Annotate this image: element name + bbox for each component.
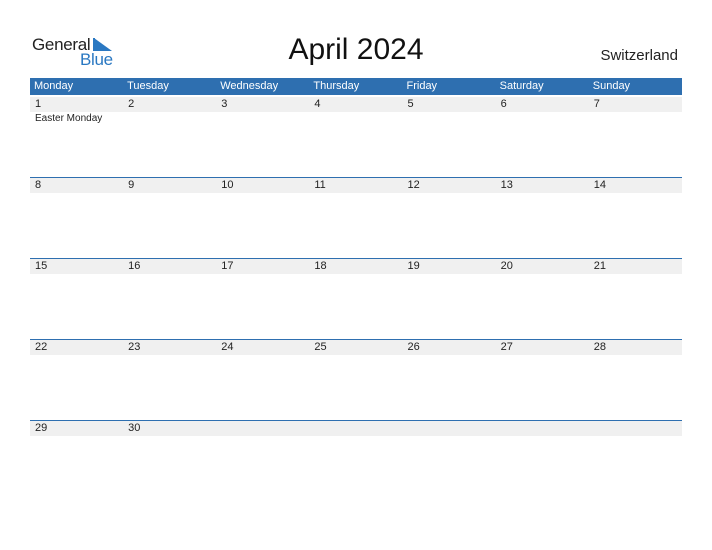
- week-row: 1 2 3 4 5 6 7 Easter Monday: [30, 97, 682, 126]
- day-number: [403, 421, 496, 436]
- day-number: 21: [593, 260, 606, 272]
- day-number: 4: [314, 98, 321, 110]
- day-number: 10: [221, 179, 234, 191]
- day-number: 17: [221, 260, 234, 272]
- day-number: 11: [314, 179, 326, 191]
- day-number: 7: [593, 98, 600, 110]
- day-number: 13: [500, 179, 513, 191]
- day-number: 6: [500, 98, 507, 110]
- day-number: 15: [35, 260, 48, 272]
- day-number: 2: [128, 98, 135, 110]
- day-number: 1: [35, 98, 42, 110]
- holiday-label: [403, 112, 496, 126]
- day-number: 19: [407, 260, 420, 272]
- week-row: 29 30: [30, 420, 682, 436]
- weekday-wednesday: Wednesday: [220, 80, 279, 92]
- day-number: 8: [35, 179, 42, 191]
- weekday-tuesday: Tuesday: [127, 80, 169, 92]
- day-number: 18: [314, 260, 327, 272]
- day-number: 20: [500, 260, 513, 272]
- day-number: 12: [407, 179, 420, 191]
- weekday-sunday: Sunday: [592, 80, 631, 92]
- weekday-header: Monday Tuesday Wednesday Thursday Friday…: [30, 78, 682, 95]
- day-number: 5: [407, 98, 414, 110]
- week-date-band: 22 23 24 25 26 27 28: [30, 339, 682, 355]
- holiday-label: [216, 112, 309, 126]
- weekday-saturday: Saturday: [499, 80, 544, 92]
- week-date-band: 8 9 10 11 12 13 14: [30, 177, 682, 193]
- day-number: 27: [500, 341, 513, 353]
- week-date-band: 15 16 17 18 19 20 21: [30, 258, 682, 274]
- day-number: [589, 421, 682, 436]
- holiday-label: [589, 112, 682, 126]
- weekday-monday: Monday: [34, 80, 74, 92]
- day-number: 23: [128, 341, 141, 353]
- day-number: 25: [314, 341, 327, 353]
- day-number: 28: [593, 341, 606, 353]
- day-number: [309, 421, 402, 436]
- day-number: [496, 421, 589, 436]
- weekday-friday: Friday: [406, 80, 438, 92]
- week-row: 15 16 17 18 19 20 21: [30, 258, 682, 274]
- day-number: [216, 421, 309, 436]
- day-number: 22: [35, 341, 48, 353]
- week-holiday-row: Easter Monday: [30, 112, 682, 126]
- day-number: 29: [35, 422, 48, 434]
- weekday-thursday: Thursday: [313, 80, 360, 92]
- day-number: 14: [593, 179, 606, 191]
- day-number: 3: [221, 98, 228, 110]
- day-number: 26: [407, 341, 420, 353]
- week-row: 8 9 10 11 12 13 14: [30, 177, 682, 193]
- day-number: 16: [128, 260, 141, 272]
- day-number: 24: [221, 341, 234, 353]
- week-date-band: 29 30: [30, 420, 682, 436]
- week-date-band: 1 2 3 4 5 6 7: [30, 97, 682, 112]
- day-number: 9: [128, 179, 135, 191]
- holiday-label: Easter Monday: [35, 113, 103, 124]
- holiday-label: [123, 112, 216, 126]
- week-row: 22 23 24 25 26 27 28: [30, 339, 682, 355]
- day-number: 30: [128, 422, 141, 434]
- holiday-label: [496, 112, 589, 126]
- country-label: Switzerland: [600, 47, 678, 64]
- holiday-label: [309, 112, 402, 126]
